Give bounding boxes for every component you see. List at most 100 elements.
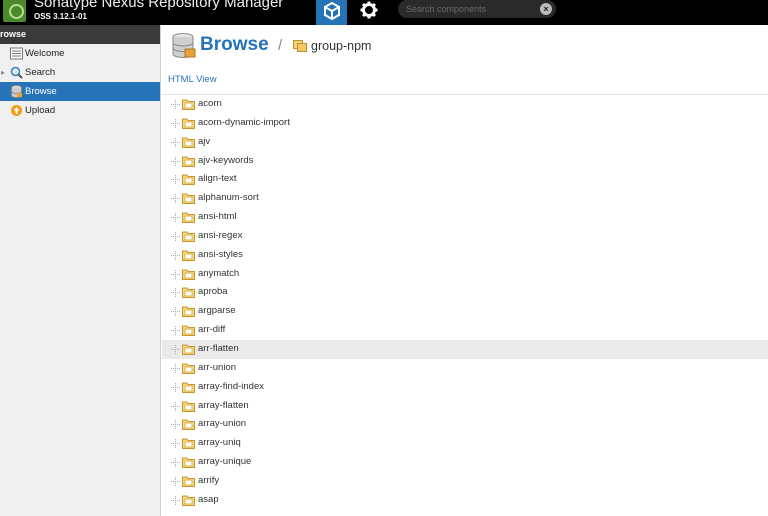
- tree-row[interactable]: arr-diff: [162, 321, 768, 340]
- folder-icon: [182, 137, 195, 148]
- sidebar-header: rowse: [0, 25, 160, 44]
- expand-icon[interactable]: [171, 439, 180, 449]
- main-panel: Browse / group-npm HTML View acorn acorn-…: [162, 25, 768, 516]
- database-icon: [172, 33, 196, 58]
- tree-row[interactable]: ajv: [162, 133, 768, 152]
- tree-row[interactable]: ansi-styles: [162, 246, 768, 265]
- breadcrumb-repository[interactable]: group-npm: [311, 39, 371, 53]
- tree-row[interactable]: array-uniq: [162, 434, 768, 453]
- expand-icon[interactable]: [171, 137, 180, 147]
- expand-icon[interactable]: [171, 382, 180, 392]
- html-view-link[interactable]: HTML View: [168, 74, 217, 85]
- tree-row[interactable]: arrify: [162, 472, 768, 491]
- expand-icon[interactable]: [171, 476, 180, 486]
- tree-item-label: array-find-index: [198, 380, 264, 392]
- app-title: Sonatype Nexus Repository Manager: [34, 0, 284, 11]
- tree-row[interactable]: array-union: [162, 415, 768, 434]
- tree-row[interactable]: argparse: [162, 302, 768, 321]
- expand-icon[interactable]: [171, 326, 180, 336]
- tree-item-label: ansi-regex: [198, 229, 243, 241]
- cube-icon: [324, 2, 340, 20]
- sidebar-item-welcome[interactable]: Welcome: [0, 44, 160, 63]
- expand-icon[interactable]: ▸: [1, 63, 5, 82]
- expand-icon[interactable]: [171, 288, 180, 298]
- breadcrumb-separator: /: [278, 37, 283, 54]
- tree-row[interactable]: arr-union: [162, 359, 768, 378]
- expand-icon[interactable]: [171, 250, 180, 260]
- tree-row[interactable]: array-find-index: [162, 378, 768, 397]
- search-components-box: [398, 0, 556, 18]
- sidebar-item-upload[interactable]: Upload: [0, 101, 160, 120]
- gear-icon: [360, 1, 378, 19]
- sidebar-item-search[interactable]: ▸ Search: [0, 63, 160, 82]
- expand-icon[interactable]: [171, 401, 180, 411]
- nexus-logo-icon[interactable]: [3, 0, 26, 22]
- tree-row[interactable]: acorn: [162, 95, 768, 114]
- folder-icon: [182, 212, 195, 224]
- tree-item-label: arr-union: [198, 361, 237, 373]
- clear-search-icon[interactable]: ×: [540, 3, 552, 15]
- tree-row[interactable]: ajv-keywords: [162, 152, 768, 171]
- sidebar-item-label: Search: [25, 67, 56, 78]
- expand-icon[interactable]: [171, 269, 180, 279]
- expand-icon[interactable]: [171, 420, 180, 430]
- tree-item-label: array-flatten: [198, 399, 249, 411]
- tree-item-label: ansi-styles: [198, 248, 243, 260]
- browse-mode-button[interactable]: [316, 0, 347, 25]
- folder-icon: [182, 99, 195, 110]
- expand-icon[interactable]: [171, 458, 180, 468]
- expand-icon[interactable]: [171, 194, 180, 204]
- folder-icon: [182, 250, 195, 261]
- tree-item-label: asap: [198, 493, 219, 505]
- folder-icon: [182, 325, 195, 337]
- tree-row[interactable]: ansi-html: [162, 208, 768, 227]
- tree-item-label: array-uniq: [198, 437, 241, 449]
- expand-icon[interactable]: [171, 231, 180, 241]
- database-icon: [11, 85, 22, 98]
- list-icon: [10, 47, 23, 60]
- expand-icon[interactable]: [171, 156, 180, 166]
- expand-icon[interactable]: [171, 213, 180, 223]
- tree-row[interactable]: aproba: [162, 283, 768, 302]
- tree-item-label: arrify: [198, 474, 220, 486]
- tree-row[interactable]: arr-flatten: [162, 339, 768, 359]
- component-tree: acorn acorn-dynamic-import ajv ajv-keywords…: [162, 95, 768, 510]
- tree-row[interactable]: acorn-dynamic-import: [162, 114, 768, 133]
- tree-item-label: align-text: [198, 173, 237, 185]
- expand-icon[interactable]: [171, 118, 180, 128]
- expand-icon[interactable]: [171, 175, 180, 185]
- folder-icon: [182, 438, 195, 450]
- expand-icon[interactable]: [171, 363, 180, 373]
- tree-item-label: acorn-dynamic-import: [198, 116, 290, 128]
- folder-icon: [182, 231, 195, 242]
- folder-icon: [182, 269, 195, 280]
- upload-icon: [11, 105, 22, 116]
- admin-mode-button[interactable]: [355, 0, 383, 25]
- expand-icon[interactable]: [171, 100, 180, 109]
- page-title: Browse: [200, 34, 269, 55]
- expand-icon[interactable]: [171, 495, 180, 505]
- folder-icon: [182, 476, 195, 487]
- expand-icon[interactable]: [171, 307, 180, 317]
- top-bar: Sonatype Nexus Repository Manager OSS 3.…: [0, 0, 768, 25]
- sidebar-item-label: Browse: [25, 86, 57, 97]
- search-input[interactable]: [406, 2, 532, 16]
- tree-row[interactable]: anymatch: [162, 265, 768, 284]
- tree-item-label: argparse: [198, 305, 236, 317]
- tree-item-label: array-unique: [198, 456, 252, 468]
- folder-icon: [182, 344, 195, 355]
- folder-icon: [182, 457, 195, 469]
- sidebar-item-browse[interactable]: Browse: [0, 82, 160, 101]
- folder-icon: [182, 306, 195, 318]
- folder-icon: [182, 495, 195, 506]
- expand-icon[interactable]: [171, 344, 180, 354]
- tree-item-label: ansi-html: [198, 211, 237, 223]
- folder-icon: [182, 401, 195, 412]
- tree-row[interactable]: array-unique: [162, 453, 768, 472]
- tree-item-label: arr-flatten: [198, 342, 239, 354]
- tree-row[interactable]: alphanum-sort: [162, 189, 768, 208]
- tree-row[interactable]: array-flatten: [162, 397, 768, 416]
- tree-row[interactable]: asap: [162, 491, 768, 510]
- tree-row[interactable]: ansi-regex: [162, 227, 768, 246]
- tree-row[interactable]: align-text: [162, 170, 768, 189]
